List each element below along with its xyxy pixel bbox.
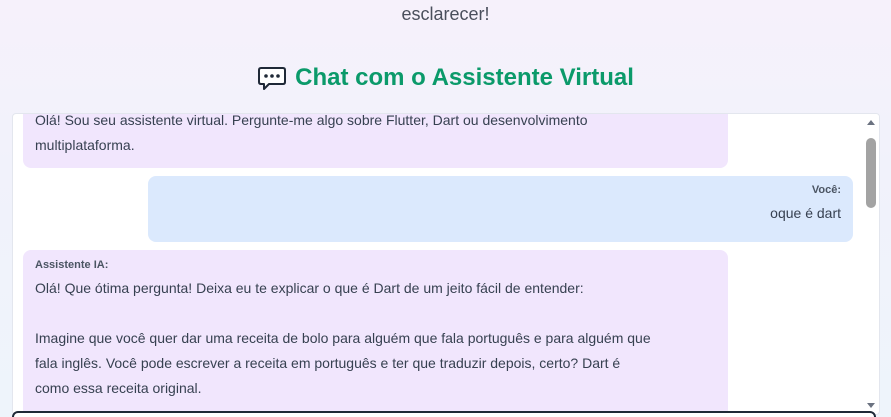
assistant-message: Olá! Sou seu assistente virtual. Pergunt… — [23, 114, 728, 168]
user-message: Você: oque é dart — [148, 176, 853, 242]
message-text: Olá! Que ótima pergunta! Deixa eu te exp… — [35, 280, 651, 396]
assistant-message: Assistente IA: Olá! Que ótima pergunta! … — [23, 250, 728, 414]
message-input[interactable] — [12, 411, 876, 417]
message-text: oque é dart — [770, 205, 841, 221]
chat-bubble-dots-icon — [258, 67, 287, 90]
chat-title: Chat com o Assistente Virtual — [295, 64, 634, 91]
scroll-down-icon[interactable] — [867, 403, 875, 408]
message-list: Olá! Sou seu assistente virtual. Pergunt… — [13, 114, 861, 414]
scroll-up-icon[interactable] — [867, 120, 875, 125]
message-author: Assistente IA: — [35, 259, 109, 271]
message-text: Olá! Sou seu assistente virtual. Pergunt… — [35, 114, 588, 153]
chat-messages-panel[interactable]: Olá! Sou seu assistente virtual. Pergunt… — [12, 113, 880, 415]
chat-header: Chat com o Assistente Virtual — [0, 63, 891, 93]
chat-scrollbar[interactable] — [863, 114, 879, 414]
intro-text: esclarecer! — [401, 4, 490, 24]
scroll-thumb[interactable] — [866, 138, 876, 208]
message-author: Você: — [811, 184, 841, 196]
